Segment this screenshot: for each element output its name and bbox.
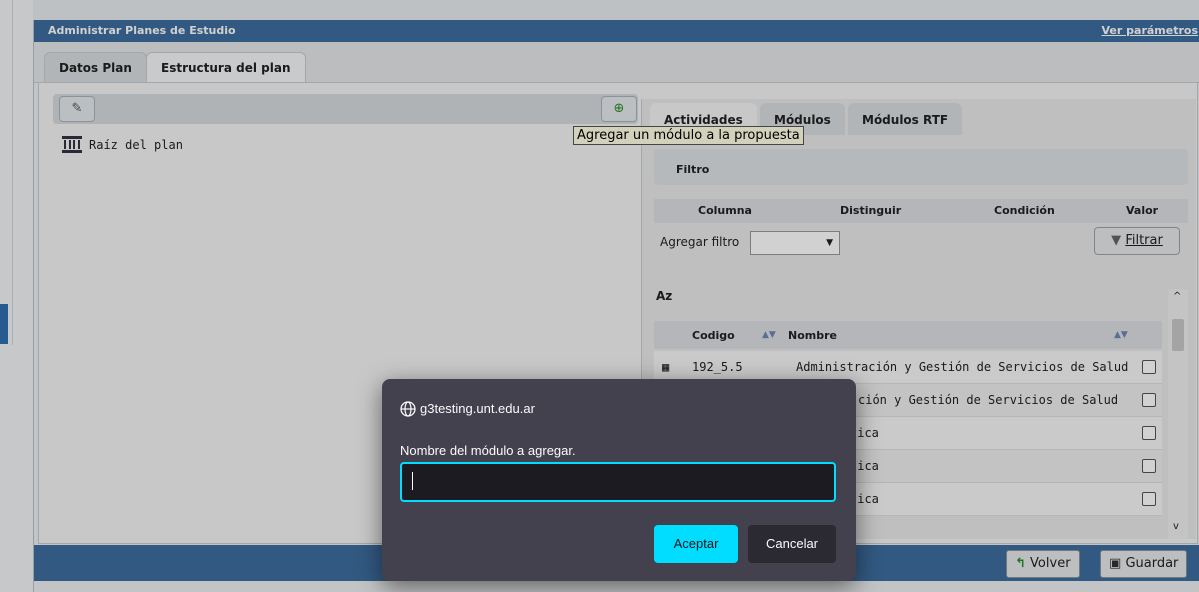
cancelar-button[interactable]: Cancelar — [748, 525, 836, 563]
module-name-input[interactable] — [400, 462, 836, 502]
aceptar-button[interactable]: Aceptar — [654, 525, 738, 563]
dialog-host: g3testing.unt.edu.ar — [420, 401, 535, 416]
text-caret — [412, 472, 413, 490]
prompt-dialog: g3testing.unt.edu.ar Nombre del módulo a… — [382, 379, 856, 581]
dialog-message: Nombre del módulo a agregar. — [400, 443, 576, 458]
globe-icon — [400, 401, 416, 417]
